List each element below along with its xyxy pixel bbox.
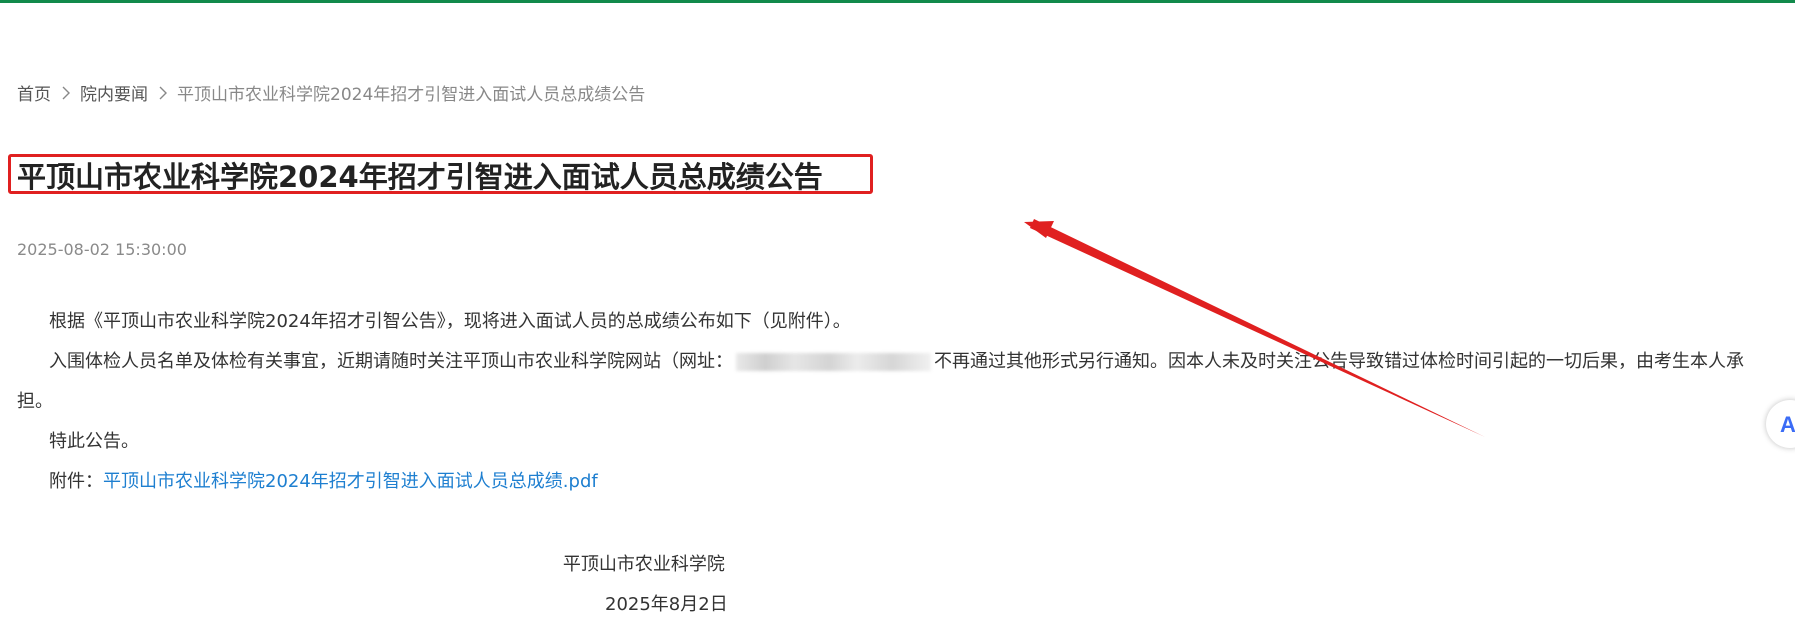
paragraph-2-before: 入围体检人员名单及体检有关事宜，近期请随时关注平顶山市农业科学院网站（网址： (49, 351, 733, 372)
attachment-label: 附件： (49, 471, 103, 492)
assistant-icon: A (1780, 412, 1795, 437)
attachment-line: 附件：平顶山市农业科学院2024年招才引智进入面试人员总成绩.pdf (17, 462, 1777, 502)
breadcrumb-section[interactable]: 院内要闻 (80, 80, 148, 105)
signature: 平顶山市农业科学院 2025年8月2日 (560, 545, 728, 625)
article-body: 根据《平顶山市农业科学院2024年招才引智公告》，现将进入面试人员的总成绩公布如… (17, 302, 1777, 502)
breadcrumb: 首页 院内要闻 平顶山市农业科学院2024年招才引智进入面试人员总成绩公告 (17, 80, 645, 105)
paragraph-1: 根据《平顶山市农业科学院2024年招才引智公告》，现将进入面试人员的总成绩公布如… (49, 311, 851, 332)
attachment-link[interactable]: 平顶山市农业科学院2024年招才引智进入面试人员总成绩.pdf (103, 471, 598, 492)
paragraph-3: 特此公告。 (49, 431, 139, 452)
chevron-right-icon (62, 86, 70, 99)
breadcrumb-home[interactable]: 首页 (17, 80, 51, 105)
page-title: 平顶山市农业科学院2024年招才引智进入面试人员总成绩公告 (17, 160, 823, 194)
publish-date: 2025-08-02 15:30:00 (17, 240, 187, 259)
breadcrumb-current: 平顶山市农业科学院2024年招才引智进入面试人员总成绩公告 (177, 85, 646, 105)
signature-org: 平顶山市农业科学院 (562, 554, 725, 575)
paragraph-2: 入围体检人员名单及体检有关事宜，近期请随时关注平顶山市农业科学院网站（网址： 不再… (17, 342, 1777, 422)
chevron-right-icon (159, 86, 167, 99)
top-accent-line (0, 0, 1795, 3)
signature-date: 2025年8月2日 (605, 594, 728, 615)
page: 首页 院内要闻 平顶山市农业科学院2024年招才引智进入面试人员总成绩公告 平顶… (0, 0, 1795, 641)
annotation-arrow-head (1024, 221, 1054, 238)
redacted-url (736, 353, 931, 371)
